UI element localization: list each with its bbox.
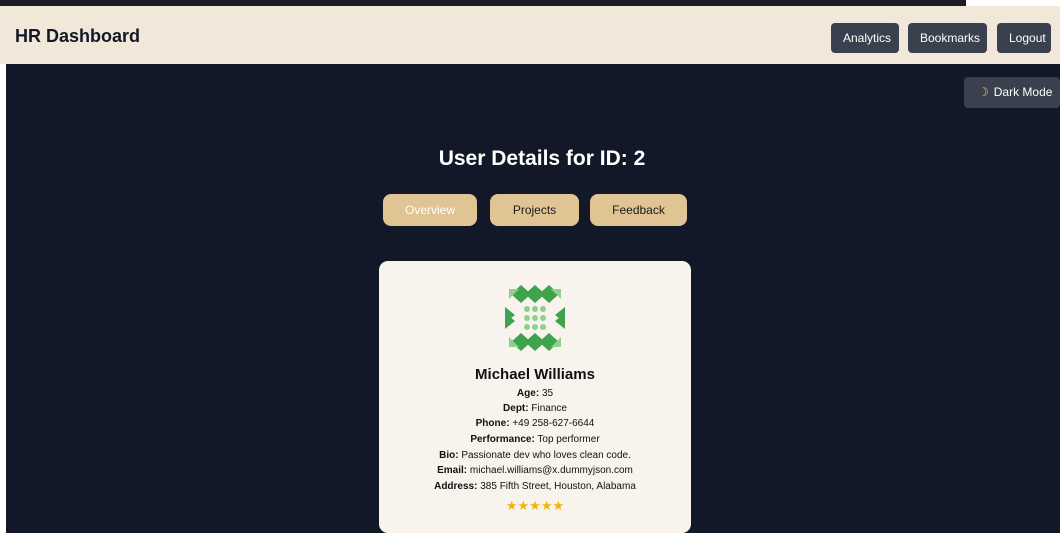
dark-mode-toggle[interactable]: ☽ Dark Mode <box>964 77 1060 108</box>
main-content: ☽ Dark Mode User Details for ID: 2 Overvi… <box>6 64 1060 533</box>
tab-projects[interactable]: Projects <box>490 194 579 226</box>
dark-mode-label: Dark Mode <box>993 85 1053 99</box>
app-title: HR Dashboard <box>15 26 141 46</box>
logout-button[interactable]: Logout <box>997 23 1051 53</box>
page-title: User Details for ID: 2 <box>438 147 646 170</box>
phone-value: +49 258-627-6644 <box>512 418 595 429</box>
bio-label: Bio: <box>439 450 459 461</box>
email-row: Email: michael.williams@x.dummyjson.com <box>379 465 691 476</box>
phone-row: Phone: +49 258-627-6644 <box>379 418 691 429</box>
email-label: Email: <box>437 465 468 476</box>
address-value: 385 Fifth Street, Houston, Alabama <box>480 481 636 492</box>
performance-label: Performance: <box>470 434 535 445</box>
user-name: Michael Williams <box>475 366 595 383</box>
tab-feedback[interactable]: Feedback <box>590 194 687 226</box>
navbar: HR Dashboard Analytics Bookmarks Logout <box>0 6 1060 64</box>
identicon-avatar <box>505 285 565 351</box>
performance-row: Performance: Top performer <box>379 434 691 445</box>
address-label: Address: <box>434 481 478 492</box>
bookmarks-button[interactable]: Bookmarks <box>908 23 987 53</box>
phone-label: Phone: <box>475 418 510 429</box>
bio-row: Bio: Passionate dev who loves clean code… <box>379 450 691 461</box>
user-card: Michael Williams Age: 35 Dept: Finance P… <box>379 261 691 533</box>
age-label: Age: <box>516 388 540 399</box>
performance-value: Top performer <box>537 434 600 445</box>
address-row: Address: 385 Fifth Street, Houston, Alab… <box>379 481 691 492</box>
age-value: 35 <box>541 388 554 399</box>
age-row: Age: 35 <box>379 388 691 399</box>
moon-icon: ☽ <box>978 85 989 99</box>
dept-label: Dept: <box>503 403 529 414</box>
dept-row: Dept: Finance <box>379 403 691 414</box>
email-value: michael.williams@x.dummyjson.com <box>469 465 633 476</box>
tab-overview[interactable]: Overview <box>383 194 477 226</box>
dept-value: Finance <box>531 403 567 414</box>
analytics-button[interactable]: Analytics <box>831 23 899 53</box>
rating-stars: ★★★★★ <box>505 498 565 513</box>
bio-value: Passionate dev who loves clean code. <box>461 450 631 461</box>
